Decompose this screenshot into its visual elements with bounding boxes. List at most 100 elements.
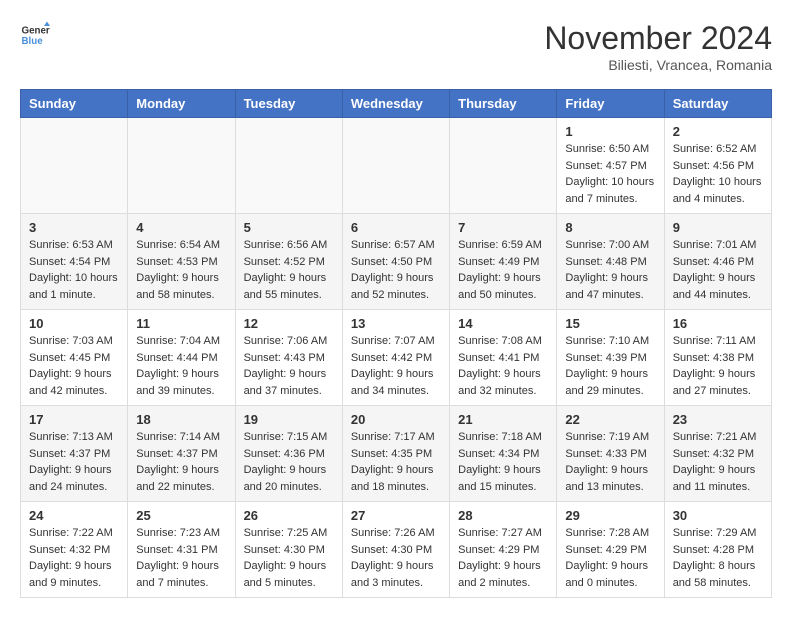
day-info: Sunrise: 7:06 AMSunset: 4:43 PMDaylight:… bbox=[244, 333, 334, 399]
sunset-time: Sunset: 4:52 PM bbox=[244, 254, 334, 271]
day-info: Sunrise: 7:11 AMSunset: 4:38 PMDaylight:… bbox=[673, 333, 763, 399]
sunrise-time: Sunrise: 7:26 AM bbox=[351, 525, 441, 542]
daylight-hours: Daylight: 9 hours and 32 minutes. bbox=[458, 366, 548, 399]
daylight-hours: Daylight: 9 hours and 50 minutes. bbox=[458, 270, 548, 303]
sunrise-time: Sunrise: 7:01 AM bbox=[673, 237, 763, 254]
subtitle: Biliesti, Vrancea, Romania bbox=[544, 57, 772, 73]
day-number: 9 bbox=[673, 220, 763, 235]
day-number: 30 bbox=[673, 508, 763, 523]
daylight-hours: Daylight: 9 hours and 20 minutes. bbox=[244, 462, 334, 495]
day-number: 6 bbox=[351, 220, 441, 235]
sunrise-time: Sunrise: 7:22 AM bbox=[29, 525, 119, 542]
header-sunday: Sunday bbox=[21, 90, 128, 118]
month-title: November 2024 bbox=[544, 20, 772, 57]
daylight-hours: Daylight: 9 hours and 44 minutes. bbox=[673, 270, 763, 303]
daylight-hours: Daylight: 9 hours and 15 minutes. bbox=[458, 462, 548, 495]
sunrise-time: Sunrise: 7:07 AM bbox=[351, 333, 441, 350]
daylight-hours: Daylight: 9 hours and 18 minutes. bbox=[351, 462, 441, 495]
calendar-cell: 28Sunrise: 7:27 AMSunset: 4:29 PMDayligh… bbox=[450, 502, 557, 598]
calendar-cell: 20Sunrise: 7:17 AMSunset: 4:35 PMDayligh… bbox=[342, 406, 449, 502]
day-number: 11 bbox=[136, 316, 226, 331]
calendar-cell bbox=[342, 118, 449, 214]
sunrise-time: Sunrise: 7:13 AM bbox=[29, 429, 119, 446]
sunrise-time: Sunrise: 7:28 AM bbox=[565, 525, 655, 542]
calendar-cell: 14Sunrise: 7:08 AMSunset: 4:41 PMDayligh… bbox=[450, 310, 557, 406]
sunrise-time: Sunrise: 6:53 AM bbox=[29, 237, 119, 254]
sunrise-time: Sunrise: 7:00 AM bbox=[565, 237, 655, 254]
day-number: 18 bbox=[136, 412, 226, 427]
calendar-cell: 17Sunrise: 7:13 AMSunset: 4:37 PMDayligh… bbox=[21, 406, 128, 502]
daylight-hours: Daylight: 9 hours and 37 minutes. bbox=[244, 366, 334, 399]
day-info: Sunrise: 6:59 AMSunset: 4:49 PMDaylight:… bbox=[458, 237, 548, 303]
calendar-cell: 29 Sunrise: 7:28 AMSunset: 4:29 PMDayligh… bbox=[557, 502, 664, 598]
day-number: 3 bbox=[29, 220, 119, 235]
daylight-hours: Daylight: 9 hours and 27 minutes. bbox=[673, 366, 763, 399]
day-info: Sunrise: 7:03 AMSunset: 4:45 PMDaylight:… bbox=[29, 333, 119, 399]
day-info: Sunrise: 7:26 AMSunset: 4:30 PMDaylight:… bbox=[351, 525, 441, 591]
sunset-time: Sunset: 4:49 PM bbox=[458, 254, 548, 271]
day-number: 26 bbox=[244, 508, 334, 523]
sunset-time: Sunset: 4:42 PM bbox=[351, 350, 441, 367]
day-info: Sunrise: 7:29 AMSunset: 4:28 PMDaylight:… bbox=[673, 525, 763, 591]
daylight-hours: Daylight: 9 hours and 52 minutes. bbox=[351, 270, 441, 303]
sunset-time: Sunset: 4:29 PM bbox=[565, 542, 655, 559]
day-number: 16 bbox=[673, 316, 763, 331]
day-info: Sunrise: 7:22 AMSunset: 4:32 PMDaylight:… bbox=[29, 525, 119, 591]
calendar-cell: 24 Sunrise: 7:22 AMSunset: 4:32 PMDayligh… bbox=[21, 502, 128, 598]
sunset-time: Sunset: 4:44 PM bbox=[136, 350, 226, 367]
sunrise-time: Sunrise: 7:11 AM bbox=[673, 333, 763, 350]
day-info: Sunrise: 7:04 AMSunset: 4:44 PMDaylight:… bbox=[136, 333, 226, 399]
sunrise-time: Sunrise: 6:57 AM bbox=[351, 237, 441, 254]
header-monday: Monday bbox=[128, 90, 235, 118]
svg-text:General: General bbox=[22, 26, 51, 37]
logo-icon: General Blue bbox=[20, 20, 50, 50]
sunrise-time: Sunrise: 7:27 AM bbox=[458, 525, 548, 542]
calendar-cell: 21Sunrise: 7:18 AMSunset: 4:34 PMDayligh… bbox=[450, 406, 557, 502]
sunset-time: Sunset: 4:33 PM bbox=[565, 446, 655, 463]
day-number: 10 bbox=[29, 316, 119, 331]
day-number: 1 bbox=[565, 124, 655, 139]
calendar-cell: 1 Sunrise: 6:50 AMSunset: 4:57 PMDaylight… bbox=[557, 118, 664, 214]
calendar-cell bbox=[21, 118, 128, 214]
calendar-cell: 18Sunrise: 7:14 AMSunset: 4:37 PMDayligh… bbox=[128, 406, 235, 502]
daylight-hours: Daylight: 9 hours and 47 minutes. bbox=[565, 270, 655, 303]
day-number: 24 bbox=[29, 508, 119, 523]
sunrise-time: Sunrise: 6:50 AM bbox=[565, 141, 655, 158]
calendar-cell: 16 Sunrise: 7:11 AMSunset: 4:38 PMDayligh… bbox=[664, 310, 771, 406]
sunrise-time: Sunrise: 7:14 AM bbox=[136, 429, 226, 446]
calendar-week-4: 17Sunrise: 7:13 AMSunset: 4:37 PMDayligh… bbox=[21, 406, 772, 502]
day-number: 27 bbox=[351, 508, 441, 523]
day-info: Sunrise: 7:07 AMSunset: 4:42 PMDaylight:… bbox=[351, 333, 441, 399]
daylight-hours: Daylight: 9 hours and 39 minutes. bbox=[136, 366, 226, 399]
calendar-cell: 2Sunrise: 6:52 AMSunset: 4:56 PMDaylight… bbox=[664, 118, 771, 214]
calendar-cell: 5Sunrise: 6:56 AMSunset: 4:52 PMDaylight… bbox=[235, 214, 342, 310]
day-number: 13 bbox=[351, 316, 441, 331]
sunset-time: Sunset: 4:35 PM bbox=[351, 446, 441, 463]
calendar-cell: 8Sunrise: 7:00 AMSunset: 4:48 PMDaylight… bbox=[557, 214, 664, 310]
calendar: SundayMondayTuesdayWednesdayThursdayFrid… bbox=[20, 89, 772, 598]
calendar-cell: 25Sunrise: 7:23 AMSunset: 4:31 PMDayligh… bbox=[128, 502, 235, 598]
calendar-cell: 30 Sunrise: 7:29 AMSunset: 4:28 PMDayligh… bbox=[664, 502, 771, 598]
day-number: 20 bbox=[351, 412, 441, 427]
day-number: 8 bbox=[565, 220, 655, 235]
calendar-header-row: SundayMondayTuesdayWednesdayThursdayFrid… bbox=[21, 90, 772, 118]
calendar-cell: 4Sunrise: 6:54 AMSunset: 4:53 PMDaylight… bbox=[128, 214, 235, 310]
calendar-cell: 9Sunrise: 7:01 AMSunset: 4:46 PMDaylight… bbox=[664, 214, 771, 310]
daylight-hours: Daylight: 9 hours and 55 minutes. bbox=[244, 270, 334, 303]
daylight-hours: Daylight: 9 hours and 3 minutes. bbox=[351, 558, 441, 591]
calendar-cell: 27 Sunrise: 7:26 AMSunset: 4:30 PMDayligh… bbox=[342, 502, 449, 598]
day-info: Sunrise: 7:25 AMSunset: 4:30 PMDaylight:… bbox=[244, 525, 334, 591]
day-info: Sunrise: 7:13 AMSunset: 4:37 PMDaylight:… bbox=[29, 429, 119, 495]
calendar-week-5: 24 Sunrise: 7:22 AMSunset: 4:32 PMDayligh… bbox=[21, 502, 772, 598]
calendar-cell: 19Sunrise: 7:15 AMSunset: 4:36 PMDayligh… bbox=[235, 406, 342, 502]
sunrise-time: Sunrise: 6:52 AM bbox=[673, 141, 763, 158]
daylight-hours: Daylight: 9 hours and 34 minutes. bbox=[351, 366, 441, 399]
day-number: 7 bbox=[458, 220, 548, 235]
day-number: 29 bbox=[565, 508, 655, 523]
calendar-week-1: 1 Sunrise: 6:50 AMSunset: 4:57 PMDaylight… bbox=[21, 118, 772, 214]
header-friday: Friday bbox=[557, 90, 664, 118]
sunset-time: Sunset: 4:37 PM bbox=[29, 446, 119, 463]
day-info: Sunrise: 7:28 AMSunset: 4:29 PMDaylight:… bbox=[565, 525, 655, 591]
day-info: Sunrise: 7:10 AMSunset: 4:39 PMDaylight:… bbox=[565, 333, 655, 399]
day-info: Sunrise: 6:50 AMSunset: 4:57 PMDaylight:… bbox=[565, 141, 655, 207]
